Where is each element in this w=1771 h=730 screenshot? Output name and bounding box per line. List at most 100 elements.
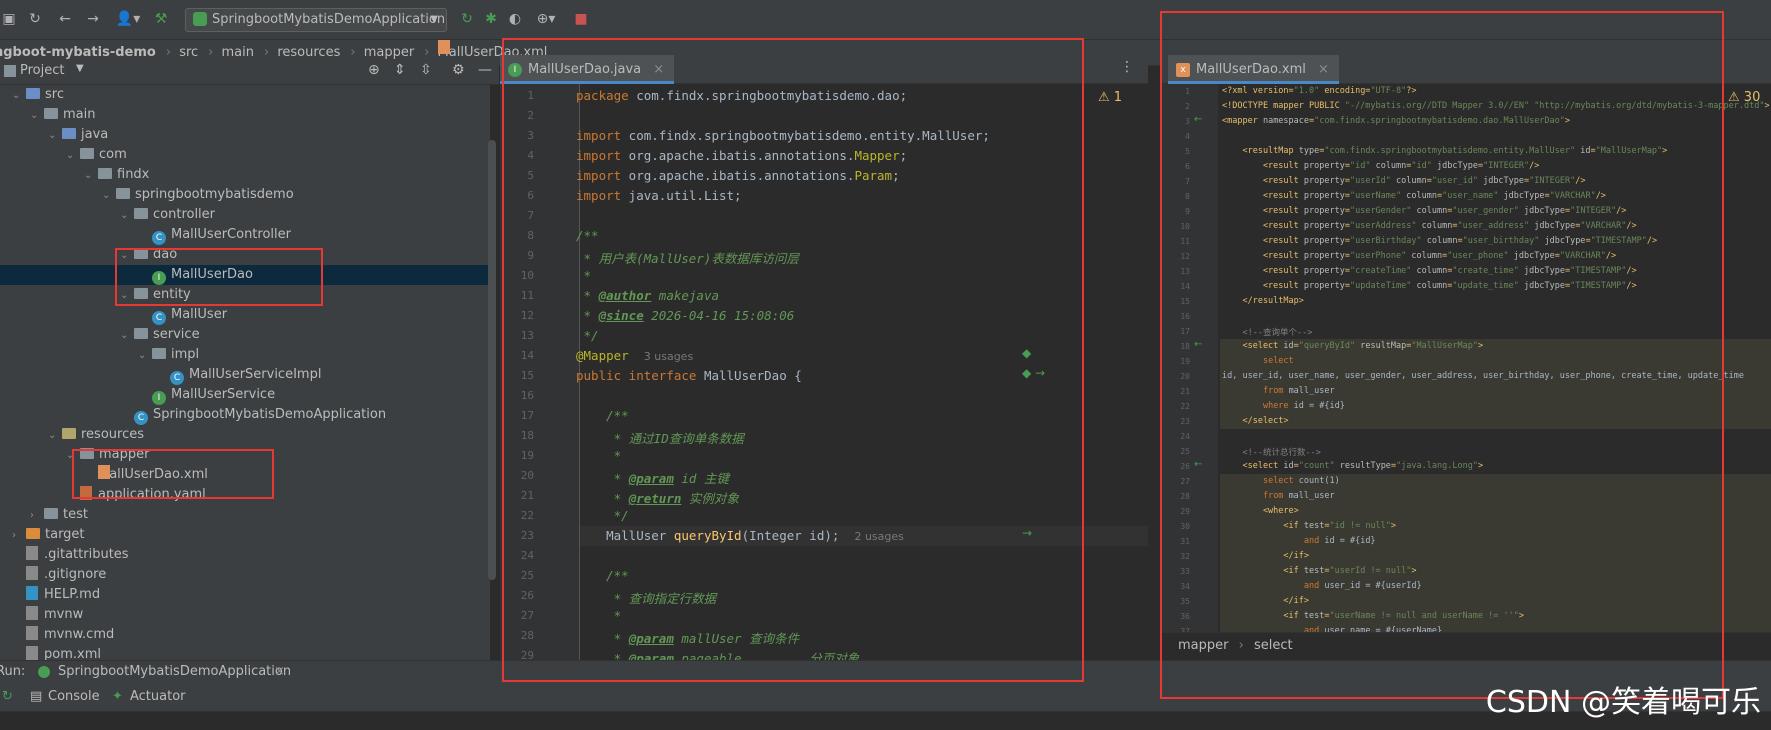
chevron-down-icon[interactable]: ⌄ [120, 286, 134, 306]
chevron-down-icon[interactable]: ⌄ [66, 146, 80, 166]
xml-code-area[interactable]: 1 <?xml version="1.0" encoding="UTF-8"?> 2… [1160, 84, 1771, 632]
tree-item[interactable]: ⌄ mapper [0, 445, 490, 465]
tree-item[interactable]: C MallUserController [0, 225, 490, 245]
java-code-area[interactable]: 1 package com.findx.springbootmybatisdemo… [500, 84, 1148, 660]
project-panel-title[interactable]: Project [20, 63, 64, 78]
back-icon[interactable]: ← [56, 10, 74, 28]
expand-all-icon[interactable]: ⇕ [394, 62, 406, 78]
chevron-down-icon[interactable]: ⌄ [120, 326, 134, 346]
line-number: 21 [520, 489, 534, 502]
tree-item[interactable]: C MallUserServiceImpl [0, 365, 490, 385]
warning-indicator[interactable]: ⚠ 30 [1728, 90, 1760, 105]
stop-icon[interactable]: ■ [572, 10, 590, 28]
tree-item[interactable]: ⌄ java [0, 125, 490, 145]
chevron-down-icon[interactable]: ⌄ [138, 346, 152, 366]
tree-item[interactable]: C MallUser [0, 305, 490, 325]
run-config-tab[interactable]: SpringbootMybatisDemoApplication [58, 661, 291, 683]
chevron-down-icon[interactable]: ⌄ [84, 166, 98, 186]
chevron-down-icon[interactable]: ▼ [76, 63, 84, 74]
tree-item[interactable]: MallUserDao.xml [0, 465, 490, 485]
tree-item[interactable]: mvnw [0, 605, 490, 625]
xml-crumb-select[interactable]: select [1254, 638, 1293, 653]
tree-item-label: .gitignore [44, 567, 107, 582]
navigate-arrow-icon[interactable]: → [1022, 526, 1032, 540]
tree-item[interactable]: ⌄ service [0, 325, 490, 345]
tree-item[interactable]: ⌄ springbootmybatisdemo [0, 185, 490, 205]
chevron-down-icon[interactable]: ⌄ [30, 106, 44, 126]
excluded-folder-icon [26, 528, 40, 539]
navigate-arrow-icon[interactable]: ← [1194, 114, 1202, 125]
tree-item[interactable]: pom.xml [0, 645, 490, 660]
mapper-marker-icon[interactable]: ◆ [1022, 346, 1031, 360]
tree-item-label: mvnw.cmd [44, 627, 115, 642]
close-icon[interactable]: × [653, 62, 664, 77]
tree-item[interactable]: C SpringbootMybatisDemoApplication [0, 405, 490, 425]
tree-item[interactable]: ⌄ resources [0, 425, 490, 445]
tree-item[interactable]: application.yaml [0, 485, 490, 505]
coverage-icon[interactable]: ◐ [506, 10, 524, 28]
user-icon[interactable]: 👤▾ [114, 10, 142, 28]
chevron-down-icon[interactable]: ⌄ [12, 86, 26, 106]
line-number: 30 [1180, 522, 1190, 531]
tab-mall-user-dao-xml[interactable]: x MallUserDao.xml × [1168, 55, 1339, 84]
locate-icon[interactable]: ⊕ [368, 62, 380, 78]
tree-item[interactable]: › target [0, 525, 490, 545]
chevron-right-icon[interactable]: › [30, 506, 44, 526]
collapse-all-icon[interactable]: ⇳ [420, 62, 432, 78]
tree-item[interactable]: I MallUserDao [0, 265, 490, 285]
forward-icon[interactable]: → [84, 10, 102, 28]
build-hammer-icon[interactable]: ⚒ [152, 10, 170, 28]
save-icon[interactable]: ▣ [0, 10, 18, 28]
tree-item[interactable]: ⌄ dao [0, 245, 490, 265]
tree-item[interactable]: ⌄ findx [0, 165, 490, 185]
minimize-icon[interactable]: — [478, 62, 492, 78]
tree-item[interactable]: › test [0, 505, 490, 525]
tree-item[interactable]: .gitignore [0, 565, 490, 585]
chevron-down-icon[interactable]: ⌄ [102, 186, 116, 206]
tab-label: MallUserDao.xml [1196, 62, 1306, 77]
close-icon[interactable]: × [274, 661, 285, 683]
gear-icon[interactable]: ⚙ [452, 62, 465, 78]
tree-item[interactable]: mvnw.cmd [0, 625, 490, 645]
chevron-down-icon[interactable]: ⌄ [120, 246, 134, 266]
breadcrumb-src[interactable]: src [179, 45, 198, 60]
chevron-right-icon[interactable]: › [12, 526, 26, 546]
more-options-icon[interactable]: ⋮ [1120, 59, 1134, 75]
tree-item[interactable]: ⌄ src [0, 85, 490, 105]
code-line: package com.findx.springbootmybatisdemo.… [576, 88, 908, 103]
chevron-down-icon[interactable]: ⌄ [48, 426, 62, 446]
tree-item[interactable]: I MallUserService [0, 385, 490, 405]
navigate-arrow-icon[interactable]: ← [1194, 339, 1202, 350]
tree-item[interactable]: .gitattributes [0, 545, 490, 565]
chevron-down-icon[interactable]: ⌄ [48, 126, 62, 146]
line-number: 31 [1180, 537, 1190, 546]
xml-crumb-mapper[interactable]: mapper [1178, 638, 1228, 653]
rerun-icon[interactable]: ↻ [458, 10, 476, 28]
tree-item[interactable]: ⌄ controller [0, 205, 490, 225]
tree-item[interactable]: ⌄ impl [0, 345, 490, 365]
tree-item[interactable]: ⌄ main [0, 105, 490, 125]
tab-actuator[interactable]: Actuator [130, 682, 186, 712]
run-configuration-select[interactable]: SpringbootMybatisDemoApplication ▼ [185, 8, 447, 32]
warning-indicator[interactable]: ⚠ 1 [1098, 90, 1122, 105]
chevron-down-icon[interactable]: ⌄ [120, 206, 134, 226]
tab-console[interactable]: Console [48, 682, 100, 712]
breadcrumb-main[interactable]: main [222, 45, 254, 60]
breadcrumb-mapper[interactable]: mapper [364, 45, 414, 60]
tab-mall-user-dao-java[interactable]: I MallUserDao.java × [500, 55, 675, 84]
navigate-arrow-icon[interactable]: ← [1194, 459, 1202, 470]
breadcrumb-project[interactable]: ngboot-mybatis-demo [0, 45, 156, 60]
tree-item[interactable]: HELP.md [0, 585, 490, 605]
line-number: 6 [527, 189, 534, 202]
rerun-icon[interactable]: ↻ [2, 682, 13, 712]
chevron-down-icon[interactable]: ⌄ [66, 446, 80, 466]
implemented-marker-icon[interactable]: ◆ → [1022, 366, 1045, 380]
sync-icon[interactable]: ↻ [26, 10, 44, 28]
breadcrumb-resources[interactable]: resources [277, 45, 340, 60]
tree-item[interactable]: ⌄ com [0, 145, 490, 165]
debug-icon[interactable]: ✱ [482, 10, 500, 28]
tree-item[interactable]: ⌄ entity [0, 285, 490, 305]
project-scrollbar[interactable] [488, 140, 496, 580]
profile-icon[interactable]: ⊕▾ [532, 10, 560, 28]
close-icon[interactable]: × [1318, 62, 1329, 77]
